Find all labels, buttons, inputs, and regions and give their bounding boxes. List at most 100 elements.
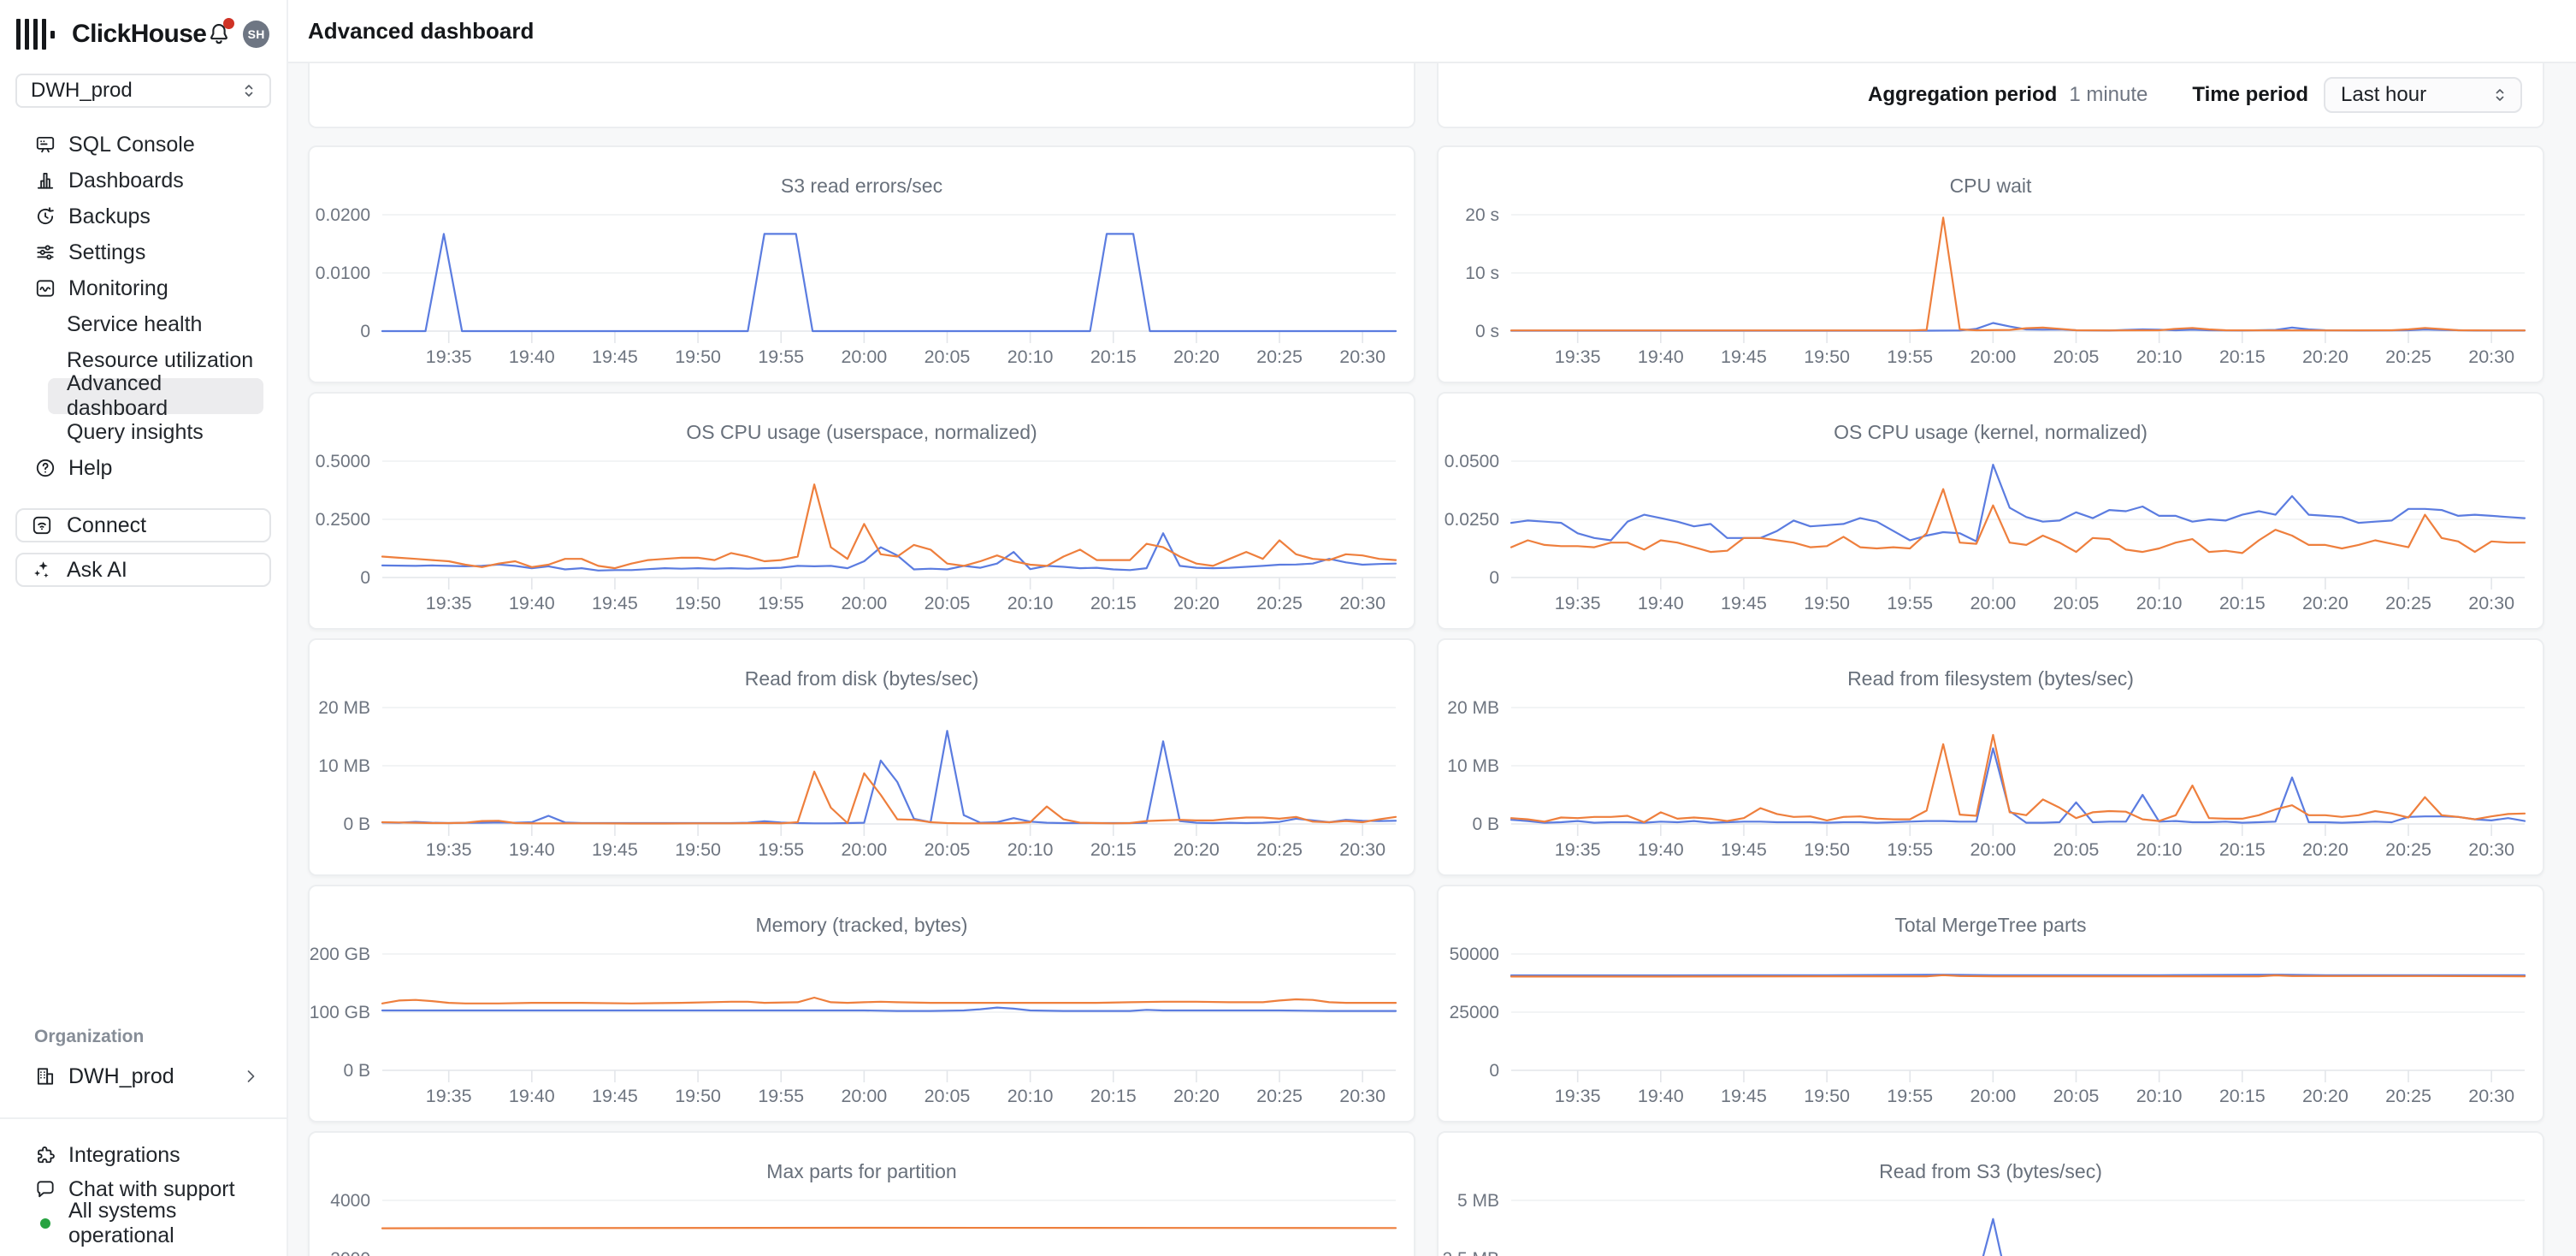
scrolled-chart-row: Aggregation period 1 minute Time period … (308, 63, 2544, 128)
svg-text:25000: 25000 (1450, 1003, 1499, 1022)
chart-plot[interactable]: 5 MB2.5 MB0 B19:3519:4019:4519:5019:5520… (1439, 1133, 2543, 1256)
sidebar-item-dashboards[interactable]: Dashboards (14, 163, 273, 198)
organization-building-icon (34, 1065, 56, 1087)
sidebar-nav: SQL Console Dashboards Backups Settings (0, 127, 287, 486)
app-root: ClickHouse SH DWH_prod SQL Console (0, 0, 2576, 1256)
svg-text:20:20: 20:20 (2302, 347, 2349, 367)
page-title: Advanced dashboard (308, 18, 534, 44)
clickhouse-logo-icon[interactable] (16, 18, 59, 50)
svg-text:20:05: 20:05 (925, 593, 971, 613)
svg-text:20:20: 20:20 (1173, 839, 1220, 860)
svg-text:20:25: 20:25 (1256, 1086, 1303, 1106)
svg-text:19:55: 19:55 (758, 1086, 804, 1106)
sidebar-item-label: Query insights (67, 420, 204, 445)
svg-text:20:05: 20:05 (2053, 593, 2100, 613)
chart-card-read-s3: Read from S3 (bytes/sec) 5 MB2.5 MB0 B19… (1437, 1131, 2544, 1256)
status-label: All systems operational (68, 1199, 273, 1248)
svg-text:20:00: 20:00 (1970, 347, 2016, 367)
svg-text:19:40: 19:40 (509, 839, 555, 860)
time-period-value: Last hour (2341, 83, 2426, 107)
svg-text:19:35: 19:35 (1555, 839, 1601, 860)
svg-text:0.0100: 0.0100 (316, 264, 370, 283)
sidebar-divider (0, 1117, 287, 1119)
svg-text:20:30: 20:30 (1339, 593, 1385, 613)
svg-text:20:15: 20:15 (1090, 839, 1137, 860)
connect-button[interactable]: Connect (15, 508, 271, 542)
svg-text:19:35: 19:35 (426, 839, 472, 860)
notification-badge (223, 18, 234, 29)
svg-text:20:20: 20:20 (1173, 1086, 1220, 1106)
sidebar-item-advanced-dashboard[interactable]: Advanced dashboard (48, 378, 263, 414)
svg-text:19:50: 19:50 (1804, 347, 1850, 367)
svg-text:19:55: 19:55 (1887, 839, 1933, 860)
svg-text:19:50: 19:50 (1804, 593, 1850, 613)
svg-text:20:30: 20:30 (2468, 347, 2514, 367)
svg-text:5 MB: 5 MB (1457, 1191, 1499, 1211)
svg-text:20:30: 20:30 (1339, 1086, 1385, 1106)
svg-text:20:15: 20:15 (1090, 347, 1137, 367)
chart-plot[interactable]: 40002000019:3519:4019:4519:5019:5520:002… (310, 1133, 1414, 1256)
dashboards-icon (34, 169, 56, 192)
dashboard-content: Aggregation period 1 minute Time period … (288, 63, 2576, 1256)
sidebar-item-backups[interactable]: Backups (14, 198, 273, 234)
time-period-select[interactable]: Last hour (2324, 77, 2522, 113)
avatar[interactable]: SH (243, 21, 269, 48)
svg-text:20:15: 20:15 (1090, 593, 1137, 613)
status-dot-icon (34, 1212, 56, 1235)
chart-card-cpu-userspace: OS CPU usage (userspace, normalized) 0.5… (308, 392, 1415, 630)
svg-text:20:25: 20:25 (1256, 839, 1303, 860)
svg-text:0: 0 (1489, 1061, 1499, 1081)
chart-card-cpu-kernel: OS CPU usage (kernel, normalized) 0.0500… (1437, 392, 2544, 630)
svg-text:19:40: 19:40 (1638, 1086, 1684, 1106)
svg-text:200 GB: 200 GB (310, 945, 370, 964)
svg-text:19:35: 19:35 (1555, 593, 1601, 613)
top-header: Advanced dashboard (288, 0, 2576, 63)
sidebar-item-help[interactable]: Help (14, 450, 273, 486)
svg-text:20:00: 20:00 (841, 1086, 887, 1106)
sidebar-item-label: Settings (68, 240, 145, 265)
chat-bubble-icon (34, 1178, 56, 1200)
svg-text:20:25: 20:25 (2385, 347, 2431, 367)
svg-text:0.0200: 0.0200 (316, 205, 370, 225)
sidebar-item-integrations[interactable]: Integrations (14, 1138, 273, 1172)
chart-card-max-parts-partition: Max parts for partition 40002000019:3519… (308, 1131, 1415, 1256)
chart-title: CPU wait (1439, 175, 2543, 198)
svg-text:20:25: 20:25 (2385, 1086, 2431, 1106)
system-status[interactable]: All systems operational (14, 1206, 273, 1241)
sidebar-item-service-health[interactable]: Service health (48, 306, 263, 342)
svg-text:19:40: 19:40 (1638, 593, 1684, 613)
sidebar-footer: Integrations Chat with support All syste… (14, 1138, 273, 1241)
svg-text:20:25: 20:25 (1256, 347, 1303, 367)
svg-text:20:05: 20:05 (925, 1086, 971, 1106)
service-selector[interactable]: DWH_prod (15, 74, 271, 108)
chart-title: OS CPU usage (kernel, normalized) (1439, 421, 2543, 444)
svg-text:19:55: 19:55 (758, 593, 804, 613)
logo-text[interactable]: ClickHouse (72, 20, 206, 49)
help-icon (34, 457, 56, 479)
svg-text:0 B: 0 B (343, 1061, 370, 1081)
sidebar-item-label: Monitoring (68, 276, 168, 301)
sidebar-item-sql-console[interactable]: SQL Console (14, 127, 273, 163)
svg-text:10 MB: 10 MB (318, 756, 370, 776)
chart-title: Memory (tracked, bytes) (310, 914, 1414, 937)
sidebar-item-label: Help (68, 456, 112, 481)
svg-text:20:00: 20:00 (841, 347, 887, 367)
svg-text:20:20: 20:20 (2302, 839, 2349, 860)
svg-text:19:35: 19:35 (426, 1086, 472, 1106)
sidebar-item-settings[interactable]: Settings (14, 234, 273, 270)
organization-selector[interactable]: DWH_prod (14, 1058, 273, 1095)
ask-ai-button[interactable]: Ask AI (15, 553, 271, 587)
notifications-button[interactable] (206, 21, 232, 47)
svg-text:20:10: 20:10 (1007, 593, 1054, 613)
aggregation-period-value: 1 minute (2069, 83, 2148, 107)
svg-text:19:50: 19:50 (1804, 839, 1850, 860)
sidebar-item-label: Resource utilization (67, 348, 253, 373)
svg-text:19:55: 19:55 (1887, 593, 1933, 613)
svg-text:20:05: 20:05 (2053, 839, 2100, 860)
svg-text:19:45: 19:45 (1721, 1086, 1767, 1106)
svg-text:19:45: 19:45 (1721, 839, 1767, 860)
svg-text:19:50: 19:50 (675, 593, 721, 613)
svg-text:20:20: 20:20 (2302, 593, 2349, 613)
svg-text:10 MB: 10 MB (1447, 756, 1499, 776)
sidebar-item-monitoring[interactable]: Monitoring (14, 270, 273, 306)
